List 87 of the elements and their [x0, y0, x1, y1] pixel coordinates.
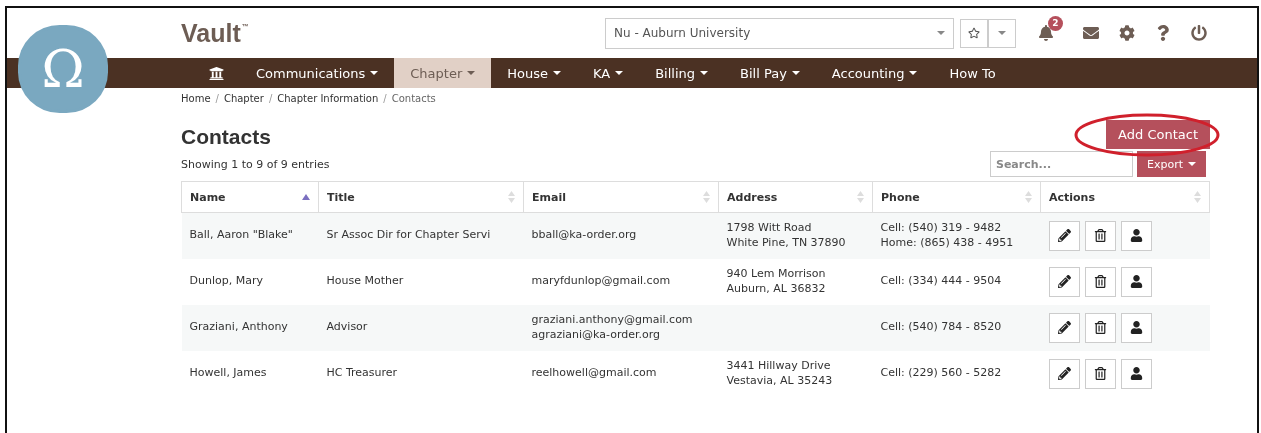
column-header[interactable]: Address: [718, 181, 873, 213]
email-text: maryfdunlop@gmail.com: [531, 274, 672, 289]
nav-tab[interactable]: How To: [933, 58, 1012, 88]
user-button[interactable]: [1120, 358, 1152, 389]
user-icon: [1129, 229, 1143, 243]
table-cell: HC Treasurer: [318, 350, 524, 397]
caret-icon: [1188, 162, 1196, 166]
breadcrumb-link[interactable]: Chapter Information: [277, 93, 379, 104]
power-icon[interactable]: [1191, 25, 1207, 41]
breadcrumb-link[interactable]: Chapter: [223, 93, 264, 104]
trash-icon: [1093, 275, 1107, 288]
table-cell: House Mother: [318, 258, 524, 305]
pencil-icon: [1057, 229, 1071, 243]
delete-button[interactable]: [1084, 312, 1116, 343]
email-text: graziani.anthony@gmail.com: [531, 312, 694, 328]
table-cell: Dunlop, Mary: [181, 258, 319, 305]
breadcrumb-separator: /: [268, 93, 273, 104]
star-icon: [968, 27, 980, 39]
trash-icon: [1093, 229, 1107, 243]
delete-button[interactable]: [1084, 358, 1116, 389]
column-header[interactable]: Email: [523, 181, 719, 213]
address-line: 940 Lem Morrison: [726, 266, 827, 282]
search-field[interactable]: Search...: [990, 151, 1133, 177]
nav-tab[interactable]: House: [491, 58, 577, 88]
breadcrumb-text: Contacts: [391, 93, 436, 104]
breadcrumb-link[interactable]: Home: [181, 93, 211, 104]
address-line: 1798 Witt Road: [726, 220, 813, 236]
settings-icon[interactable]: [1119, 25, 1135, 41]
phone-text: Cell: (540) 319 - 9482: [880, 220, 1003, 236]
user-icon: [1129, 367, 1143, 380]
notification-badge: 2: [1048, 15, 1063, 31]
phone-text: Cell: (229) 560 - 5282: [880, 366, 1003, 381]
column-header[interactable]: Title: [318, 181, 524, 213]
column-header[interactable]: Name: [181, 181, 319, 213]
email-text: reelhowell@gmail.com: [531, 366, 658, 381]
user-button[interactable]: [1120, 266, 1152, 297]
email-text: agraziani@ka-order.org: [531, 327, 662, 343]
table-cell: Sr Assoc Dir for Chapter Servi: [318, 212, 524, 259]
phone-text: Home: (865) 438 - 4951: [880, 235, 1015, 251]
pencil-icon: [1057, 321, 1071, 334]
column-header[interactable]: Phone: [872, 181, 1041, 213]
pencil-icon: [1057, 367, 1071, 380]
email-text: bball@ka-order.org: [531, 228, 638, 244]
table-cell: Advisor: [318, 304, 524, 351]
bank-icon[interactable]: [209, 65, 224, 81]
edit-button[interactable]: [1048, 266, 1080, 297]
edit-button[interactable]: [1048, 220, 1080, 251]
table-cell: Howell, James: [181, 350, 319, 397]
add-contact-button[interactable]: Add Contact: [1106, 120, 1210, 149]
logo: Ω: [21, 28, 105, 110]
nav-tab[interactable]: Chapter: [394, 58, 492, 88]
favorite-button[interactable]: [960, 18, 988, 48]
envelope-icon[interactable]: [1083, 25, 1099, 41]
address-line: Vestavia, AL 35243: [726, 373, 834, 389]
user-icon: [1129, 321, 1143, 334]
trash-icon: [1093, 321, 1107, 334]
delete-button[interactable]: [1084, 266, 1116, 297]
edit-button[interactable]: [1048, 358, 1080, 389]
pencil-icon: [1057, 275, 1071, 288]
caret-icon: [937, 31, 945, 35]
user-icon: [1129, 275, 1143, 288]
nav-tab[interactable]: Communications: [240, 58, 395, 88]
nav-tab[interactable]: Bill Pay: [724, 58, 816, 88]
trash-icon: [1093, 367, 1107, 380]
nav-tab[interactable]: Billing: [639, 58, 725, 88]
address-line: Auburn, AL 36832: [726, 281, 827, 297]
phone-text: Cell: (334) 444 - 9504: [880, 274, 1003, 289]
table-cell: Graziani, Anthony: [181, 304, 319, 351]
table-cell: Ball, Aaron "Blake": [181, 212, 319, 259]
nav-tab[interactable]: KA: [577, 58, 640, 88]
column-header[interactable]: Actions: [1040, 181, 1210, 213]
address-line: White Pine, TN 37890: [726, 235, 847, 251]
nav-tab[interactable]: Accounting: [815, 58, 934, 88]
breadcrumb-separator: /: [215, 93, 219, 104]
chapter-select[interactable]: Nu - Auburn University: [605, 17, 954, 49]
delete-button[interactable]: [1084, 220, 1116, 251]
entries-info: Showing 1 to 9 of 9 entries: [181, 158, 330, 171]
caret-icon: [998, 31, 1006, 35]
page-title: Contacts: [181, 125, 271, 149]
bell-icon[interactable]: [1038, 25, 1054, 41]
breadcrumb-separator: /: [383, 93, 387, 104]
phone-text: Cell: (540) 784 - 8520: [880, 320, 1003, 335]
edit-button[interactable]: [1048, 312, 1080, 343]
address-line: 3441 Hillway Drive: [726, 358, 832, 374]
user-button[interactable]: [1120, 220, 1152, 251]
help-icon[interactable]: [1155, 25, 1171, 41]
user-button[interactable]: [1120, 312, 1152, 343]
